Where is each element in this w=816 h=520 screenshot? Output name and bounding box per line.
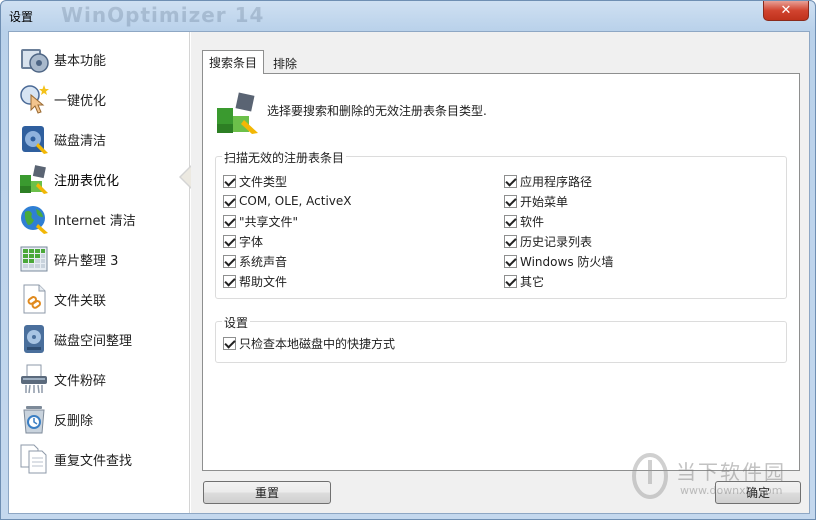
tab-label: 搜索条目 — [209, 56, 258, 70]
sidebar-item-label: Internet 清洁 — [54, 213, 136, 229]
gear-disk-icon — [18, 43, 50, 75]
defrag-icon — [18, 243, 50, 275]
sidebar-item-label: 基本功能 — [54, 53, 107, 69]
checkbox-box[interactable] — [504, 234, 517, 248]
checkbox-local-shortcuts-only[interactable]: 只检查本地磁盘中的快捷方式 — [223, 334, 395, 352]
checkbox-label: 其它 — [520, 274, 545, 289]
checkbox-file-types[interactable]: 文件类型 — [223, 172, 287, 190]
scan-group: 扫描无效的注册表条目 文件类型 COM, OLE, ActiveX "共享文件"… — [215, 149, 787, 299]
registry-large-icon — [214, 90, 260, 134]
reset-button[interactable]: 重置 — [203, 481, 331, 504]
sidebar-item-label: 重复文件查找 — [54, 453, 133, 469]
intro-text: 选择要搜索和删除的无效注册表条目类型. — [267, 104, 487, 118]
checkbox-history-lists[interactable]: 历史记录列表 — [504, 232, 592, 250]
checkbox-shared-files[interactable]: "共享文件" — [223, 212, 298, 230]
sidebar: 基本功能 一键优化 磁盘清洁 注册表优化 Internet 清洁 碎片整理 3 … — [9, 32, 190, 513]
sidebar-item-label: 一键优化 — [54, 93, 107, 109]
shredder-icon — [18, 363, 50, 395]
settings-window: WinOptimizer 14 设置 ✕ 基本功能 一键优化 磁盘清洁 注册表优… — [0, 0, 816, 520]
reset-button-label: 重置 — [254, 486, 279, 500]
sidebar-item-label: 文件粉碎 — [54, 373, 107, 389]
globe-icon — [18, 203, 50, 235]
sidebar-item-registry[interactable]: 注册表优化 — [9, 159, 190, 199]
checkbox-box[interactable] — [504, 194, 517, 208]
one-click-icon — [18, 83, 50, 115]
checkbox-box[interactable] — [223, 336, 236, 350]
scan-group-title: 扫描无效的注册表条目 — [222, 149, 347, 166]
checkbox-fonts[interactable]: 字体 — [223, 232, 263, 250]
checkbox-box[interactable] — [223, 254, 236, 268]
checkbox-label: 只检查本地磁盘中的快捷方式 — [239, 336, 396, 351]
checkbox-box[interactable] — [223, 234, 236, 248]
checkbox-label: 应用程序路径 — [520, 174, 593, 189]
checkbox-label: 系统声音 — [239, 254, 288, 269]
sidebar-item-duplicate-finder[interactable]: 重复文件查找 — [9, 439, 190, 479]
checkbox-other[interactable]: 其它 — [504, 272, 544, 290]
active-indicator-fill — [181, 167, 191, 187]
sidebar-item-shredder[interactable]: 文件粉碎 — [9, 359, 190, 399]
file-link-icon — [18, 283, 50, 315]
checkbox-box[interactable] — [504, 254, 517, 268]
checkbox-system-sounds[interactable]: 系统声音 — [223, 252, 287, 270]
sidebar-item-disk-space[interactable]: 磁盘空间整理 — [9, 319, 190, 359]
checkbox-label: 字体 — [239, 234, 264, 249]
ok-button[interactable]: 确定 — [715, 481, 801, 504]
checkbox-box[interactable] — [223, 274, 236, 288]
checkbox-help-files[interactable]: 帮助文件 — [223, 272, 287, 290]
undelete-icon — [18, 403, 50, 435]
checkbox-windows-firewall[interactable]: Windows 防火墙 — [504, 252, 613, 270]
sidebar-item-label: 反删除 — [54, 413, 94, 429]
sidebar-item-disk-clean[interactable]: 磁盘清洁 — [9, 119, 190, 159]
checkbox-label: "共享文件" — [239, 214, 299, 229]
ok-button-label: 确定 — [745, 486, 770, 500]
sidebar-item-undelete[interactable]: 反删除 — [9, 399, 190, 439]
sidebar-item-label: 注册表优化 — [54, 173, 120, 189]
registry-icon — [18, 163, 50, 195]
checkbox-app-paths[interactable]: 应用程序路径 — [504, 172, 592, 190]
sidebar-item-label: 磁盘清洁 — [54, 133, 107, 149]
checkbox-label: 开始菜单 — [520, 194, 569, 209]
sidebar-item-internet-clean[interactable]: Internet 清洁 — [9, 199, 190, 239]
title-bar[interactable]: WinOptimizer 14 设置 ✕ — [1, 1, 815, 31]
close-icon: ✕ — [780, 3, 792, 18]
sidebar-item-label: 磁盘空间整理 — [54, 333, 133, 349]
disk-space-icon — [18, 323, 50, 355]
checkbox-box[interactable] — [504, 214, 517, 228]
checkbox-com-ole[interactable]: COM, OLE, ActiveX — [223, 192, 352, 210]
tab-panel-search: 选择要搜索和删除的无效注册表条目类型. 扫描无效的注册表条目 文件类型 COM,… — [202, 73, 800, 471]
sidebar-item-defrag[interactable]: 碎片整理 3 — [9, 239, 190, 279]
tab-label: 排除 — [273, 56, 298, 71]
checkbox-label: 历史记录列表 — [520, 234, 593, 249]
settings-group: 设置 只检查本地磁盘中的快捷方式 — [215, 314, 787, 363]
checkbox-label: 文件类型 — [239, 174, 288, 189]
sidebar-item-label: 文件关联 — [54, 293, 107, 309]
dialog-client: 基本功能 一键优化 磁盘清洁 注册表优化 Internet 清洁 碎片整理 3 … — [8, 31, 810, 514]
disk-clean-icon — [18, 123, 50, 155]
duplicate-icon — [18, 443, 50, 475]
checkbox-box[interactable] — [504, 274, 517, 288]
tab-search-entries[interactable]: 搜索条目 — [202, 50, 265, 74]
checkbox-box[interactable] — [223, 174, 236, 188]
checkbox-label: 软件 — [520, 214, 545, 229]
sidebar-item-label: 碎片整理 3 — [54, 253, 119, 269]
sidebar-item-basic[interactable]: 基本功能 — [9, 39, 190, 79]
checkbox-start-menu[interactable]: 开始菜单 — [504, 192, 568, 210]
checkbox-label: COM, OLE, ActiveX — [239, 194, 352, 208]
checkbox-box[interactable] — [223, 194, 236, 208]
sidebar-item-one-click[interactable]: 一键优化 — [9, 79, 190, 119]
close-button[interactable]: ✕ — [763, 1, 809, 21]
window-title: 设置 — [9, 10, 34, 24]
background-app-title: WinOptimizer 14 — [61, 3, 265, 27]
checkbox-label: Windows 防火墙 — [520, 254, 614, 269]
sidebar-item-file-association[interactable]: 文件关联 — [9, 279, 190, 319]
settings-group-title: 设置 — [222, 314, 251, 331]
checkbox-software[interactable]: 软件 — [504, 212, 544, 230]
tab-exclusions[interactable]: 排除 — [267, 53, 303, 73]
checkbox-label: 帮助文件 — [239, 274, 288, 289]
checkbox-box[interactable] — [223, 214, 236, 228]
checkbox-box[interactable] — [504, 174, 517, 188]
